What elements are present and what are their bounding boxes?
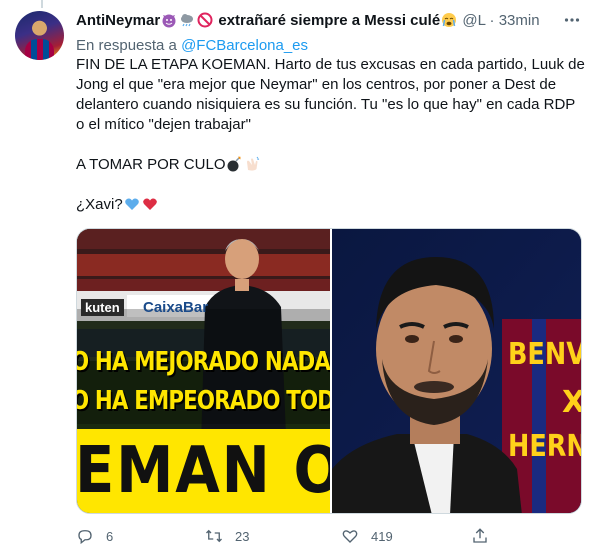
tweet-actions: 6 23 419 [76,524,586,548]
overlay-line-2: O HA EMPEORADO TODO [77,386,330,416]
reply-handle-link[interactable]: @FCBarcelona_es [181,37,308,54]
smiling-devil-icon [162,14,176,28]
like-count: 419 [371,528,393,544]
more-options-icon[interactable] [564,12,580,28]
welcome-line-2: X [562,385,581,420]
media-image-koeman[interactable]: O HA MEJORADO NADA O HA EMPEORADO TODO E… [77,229,330,513]
heart-icon [342,530,358,543]
welcome-line-3: HERN [508,429,582,464]
crying-face-icon [442,13,457,27]
bomb-icon [227,156,242,172]
retweet-button[interactable]: 23 [205,524,249,548]
overlay-big-text: EMAN O [77,434,330,508]
tweet-paragraph: FIN DE LA ETAPA KOEMAN. Harto de tus exc… [76,56,585,133]
sponsor-board: CaixaBar [143,299,209,316]
hoarding-text: kuten [81,299,124,316]
avatar-shirt [25,39,54,60]
prohibited-icon [197,12,213,28]
user-handle[interactable]: @L [462,12,485,29]
tweet-paragraph: A TOMAR POR CULO [76,155,586,175]
blue-heart-icon [124,198,139,210]
share-button[interactable] [471,524,489,548]
red-heart-icon [142,198,157,210]
media-image-xavi[interactable]: BENV X HERN [332,229,582,513]
separator-dot: · [489,12,495,29]
tweet-paragraph: ¿Xavi? [76,195,586,215]
thread-line [41,0,43,8]
tweet-media[interactable]: O HA MEJORADO NADA O HA EMPEORADO TODO E… [76,228,582,514]
share-icon [473,528,487,543]
like-button[interactable]: 419 [341,524,393,548]
display-name-suffix[interactable]: extrañaré siempre a Messi culé [218,12,440,29]
clapping-hands-icon [247,156,260,171]
avatar[interactable] [15,11,64,60]
reply-to-line: En respuesta a @FCBarcelona_es [76,36,308,56]
tweet-paragraph-text: ¿Xavi? [76,196,123,213]
tweet-paragraph-text: A TOMAR POR CULO [76,156,226,173]
overlay-line-1: O HA MEJORADO NADA [77,347,330,377]
reply-icon [78,530,92,545]
tweet-header: AntiNeymar extrañaré siempre a Messi cul… [76,11,540,31]
tweet-text: FIN DE LA ETAPA KOEMAN. Harto de tus exc… [76,55,586,215]
reply-count: 6 [106,528,114,544]
welcome-line-1: BENV [508,337,582,372]
retweet-count: 23 [235,528,250,544]
reply-prefix: En respuesta a [76,37,177,54]
display-name[interactable]: AntiNeymar [76,12,160,29]
retweet-icon [206,529,222,543]
timestamp[interactable]: 33min [499,12,540,29]
cloud-rain-icon [181,14,194,27]
reply-button[interactable]: 6 [76,524,113,548]
